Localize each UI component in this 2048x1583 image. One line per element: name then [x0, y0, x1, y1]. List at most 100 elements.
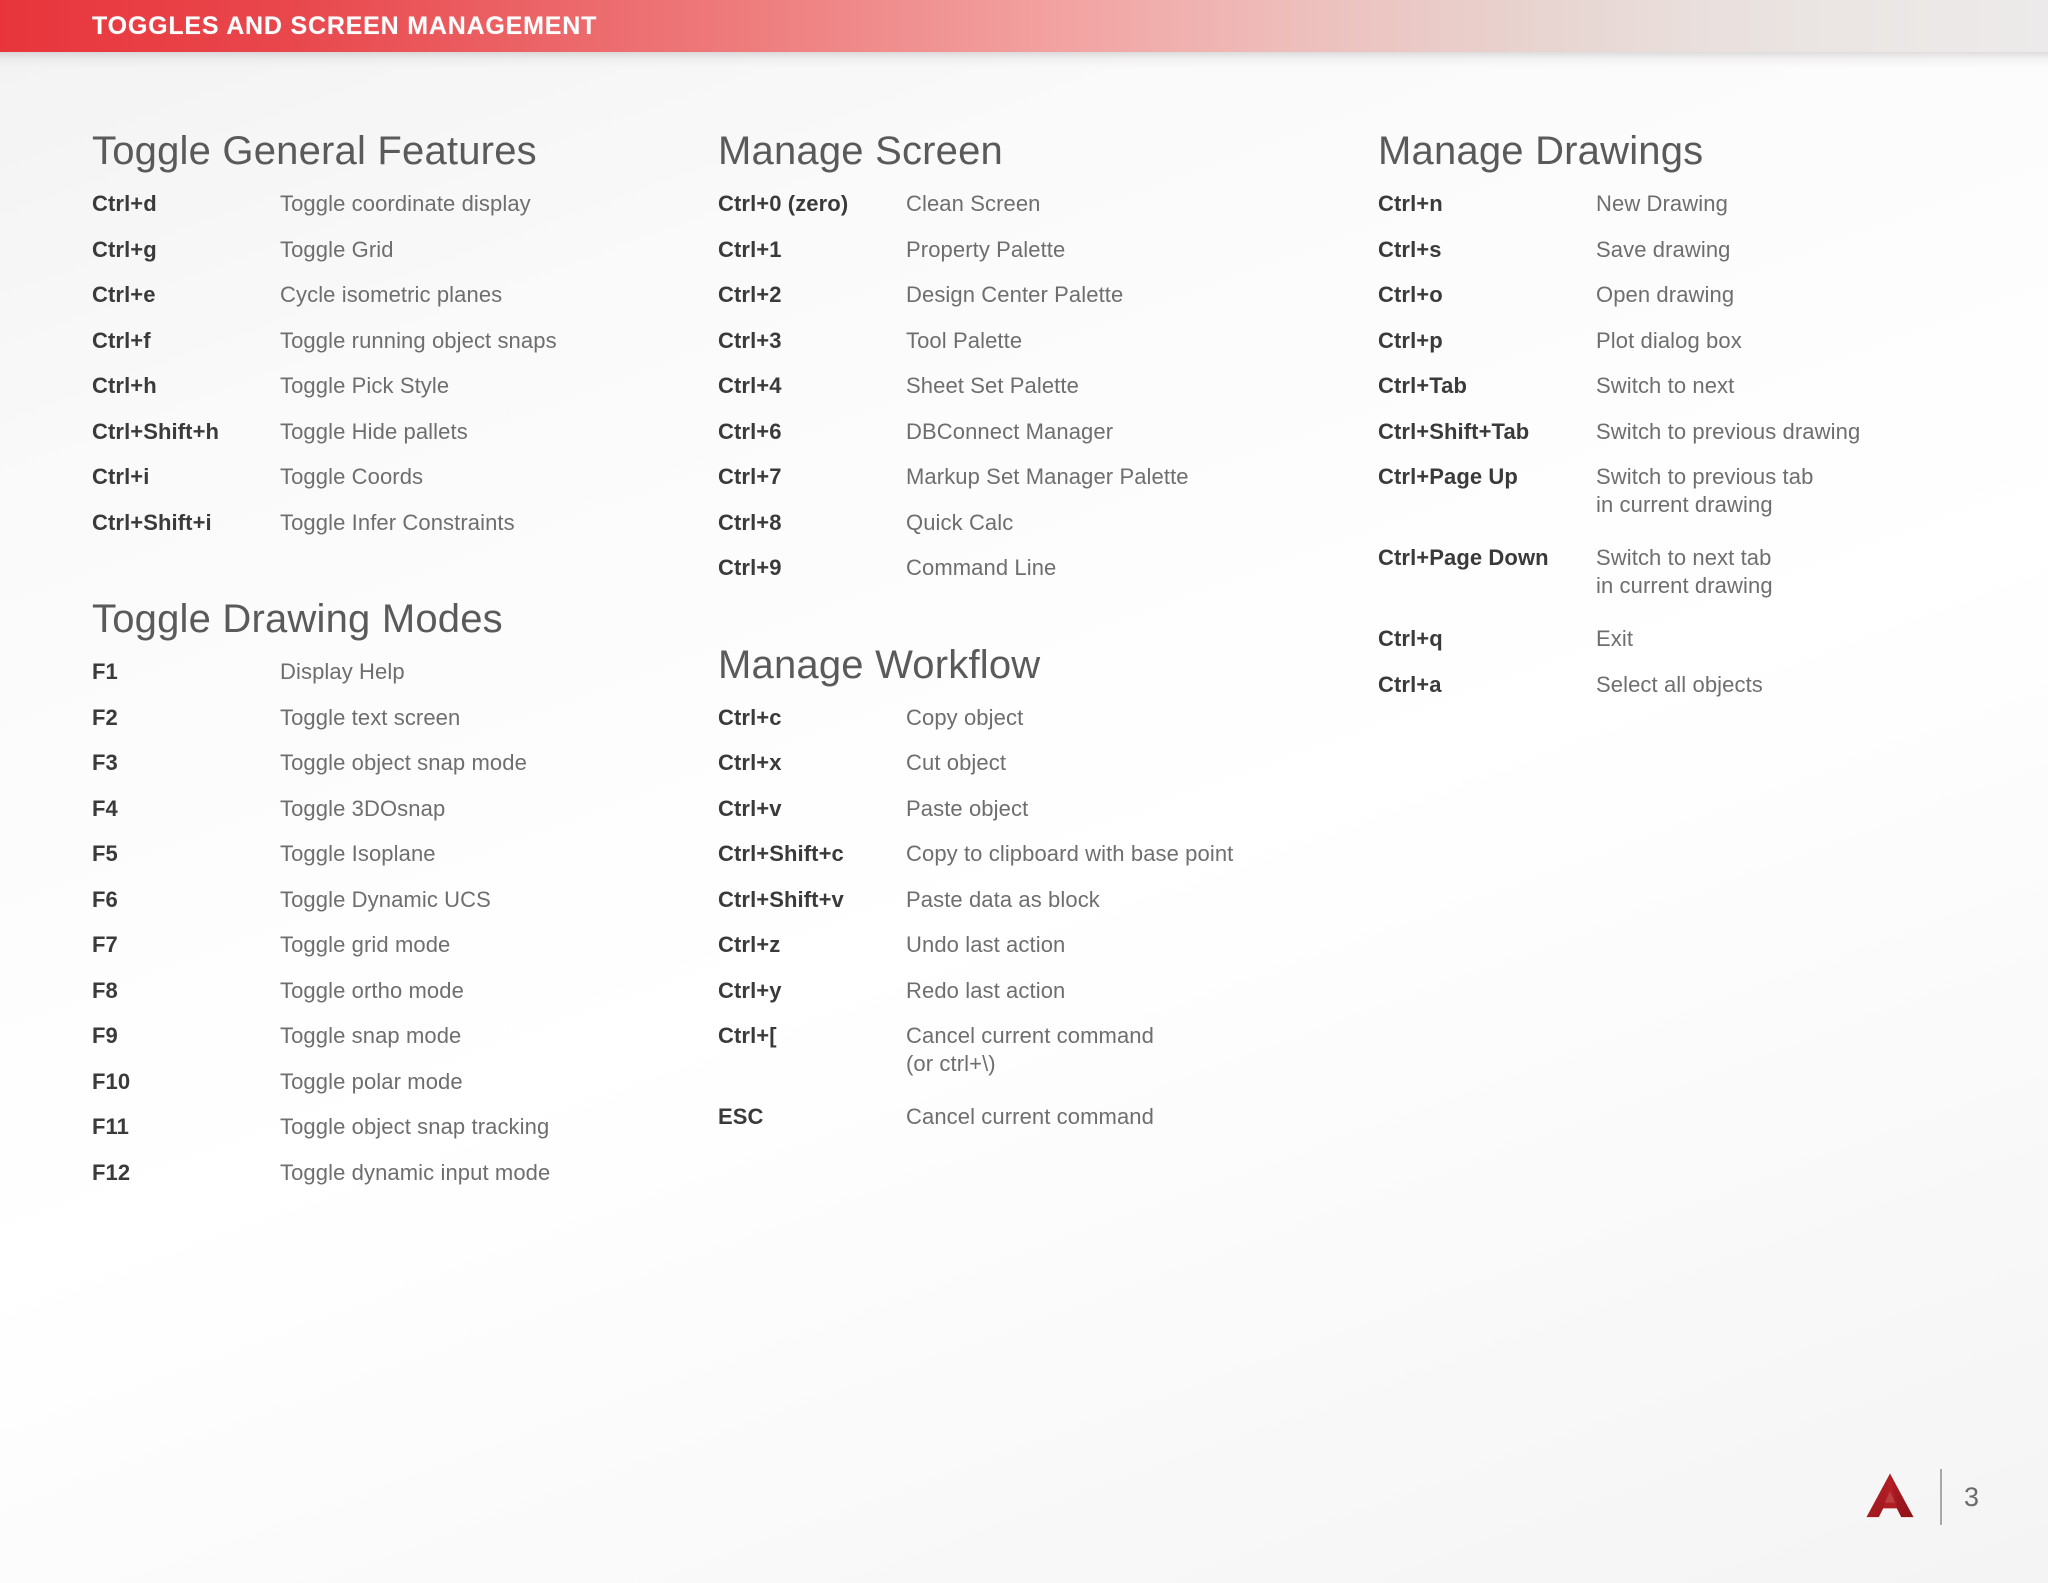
- shortcut-description: Command Line: [906, 555, 1057, 580]
- shortcut-key: Ctrl+Shift+c: [718, 841, 844, 866]
- shortcut-key: Ctrl+Page Up: [1378, 464, 1518, 489]
- shortcut-description: Paste object: [906, 795, 1029, 821]
- shortcut-row: Ctrl+Shift+h Toggle Hide pallets: [92, 418, 660, 446]
- shortcut-row: Ctrl+0 (zero) Clean Screen: [718, 190, 1320, 218]
- shortcut-row: Ctrl+Shift+c Copy to clipboard with base…: [718, 840, 1320, 868]
- shortcut-description: Undo last action: [906, 932, 1066, 957]
- shortcut-description: Display Help: [280, 659, 405, 684]
- shortcut-row: Ctrl+3 Tool Palette: [718, 327, 1320, 355]
- shortcut-key: Ctrl+Shift+h: [92, 418, 220, 444]
- shortcut-description: Toggle Hide pallets: [280, 418, 468, 444]
- shortcut-row: Ctrl+Shift+v Paste data as block: [718, 886, 1320, 914]
- shortcut-row: Ctrl+y Redo last action: [718, 977, 1320, 1005]
- shortcut-key: F12: [92, 1159, 131, 1185]
- shortcut-description: Markup Set Manager Palette: [906, 464, 1189, 489]
- shortcut-description: Toggle grid mode: [280, 932, 451, 957]
- shortcut-key: F6: [92, 886, 118, 912]
- slide-page: TOGGLES AND SCREEN MANAGEMENT Toggle Gen…: [0, 0, 2048, 1583]
- shortcut-key: Ctrl+a: [1378, 671, 1442, 697]
- shortcut-key: Ctrl+6: [718, 418, 782, 444]
- shortcut-row: Ctrl+g Toggle Grid: [92, 236, 660, 264]
- shortcut-key: Ctrl+o: [1378, 282, 1443, 307]
- shortcut-row: Ctrl+q Exit: [1378, 625, 2048, 653]
- shortcut-key: Ctrl+9: [718, 555, 782, 580]
- shortcut-key: Ctrl+7: [718, 464, 782, 489]
- shortcut-key: ESC: [718, 1104, 764, 1129]
- shortcut-key: Ctrl+[: [718, 1023, 777, 1048]
- shortcut-row: Ctrl+1 Property Palette: [718, 236, 1320, 264]
- shortcut-row: F5 Toggle Isoplane: [92, 840, 660, 868]
- shortcut-description: Switch to next tab in current drawing: [1596, 545, 1773, 598]
- shortcut-key: Ctrl+0 (zero): [718, 191, 849, 216]
- shortcut-key: Ctrl+Tab: [1378, 373, 1468, 398]
- shortcut-list: Ctrl+0 (zero) Clean Screen Ctrl+1 Proper…: [718, 190, 1320, 582]
- shortcut-key: Ctrl+v: [718, 795, 782, 821]
- shortcut-description: Select all objects: [1596, 671, 1763, 697]
- shortcut-key: Ctrl+Shift+i: [92, 509, 212, 535]
- shortcut-key: Ctrl+y: [718, 977, 782, 1003]
- shortcut-row: Ctrl+i Toggle Coords: [92, 463, 660, 491]
- shortcut-row: Ctrl+Page Up Switch to previous tab in c…: [1378, 463, 2048, 518]
- shortcut-list: Ctrl+n New Drawing Ctrl+s Save drawing C…: [1378, 190, 2048, 698]
- page-footer: 3: [1862, 1469, 1988, 1525]
- shortcut-key: Ctrl+s: [1378, 236, 1442, 262]
- shortcut-description: Cycle isometric planes: [280, 282, 503, 307]
- shortcut-list: Ctrl+c Copy object Ctrl+x Cut object Ctr…: [718, 704, 1320, 1131]
- shortcut-list: Ctrl+d Toggle coordinate display Ctrl+g …: [92, 190, 660, 536]
- shortcut-description: Toggle running object snaps: [280, 327, 557, 353]
- shortcut-key: Ctrl+p: [1378, 327, 1443, 353]
- page-title: TOGGLES AND SCREEN MANAGEMENT: [92, 11, 598, 40]
- shortcut-description: Plot dialog box: [1596, 327, 1742, 353]
- shortcut-row: F2 Toggle text screen: [92, 704, 660, 732]
- shortcut-row: F12 Toggle dynamic input mode: [92, 1159, 660, 1187]
- shortcut-row: Ctrl+h Toggle Pick Style: [92, 372, 660, 400]
- shortcut-row: Ctrl+p Plot dialog box: [1378, 327, 2048, 355]
- shortcut-row: F6 Toggle Dynamic UCS: [92, 886, 660, 914]
- column-drawings: Manage Drawings Ctrl+n New Drawing Ctrl+…: [1320, 130, 2048, 1204]
- shortcut-list: F1 Display Help F2 Toggle text screen F3…: [92, 658, 660, 1186]
- shortcut-row: Ctrl+f Toggle running object snaps: [92, 327, 660, 355]
- section-heading: Manage Drawings: [1378, 129, 1704, 173]
- section-manage-screen: Manage Screen Ctrl+0 (zero) Clean Screen…: [718, 130, 1320, 582]
- shortcut-description: Property Palette: [906, 236, 1066, 262]
- shortcut-description: Exit: [1596, 626, 1634, 651]
- shortcut-row: Ctrl+4 Sheet Set Palette: [718, 372, 1320, 400]
- shortcut-description: Toggle dynamic input mode: [280, 1159, 551, 1185]
- shortcut-description: Toggle ortho mode: [280, 977, 464, 1003]
- shortcut-row: Ctrl+9 Command Line: [718, 554, 1320, 582]
- shortcut-description: Toggle Coords: [280, 464, 424, 489]
- shortcut-row: Ctrl+[ Cancel current command (or ctrl+\…: [718, 1022, 1320, 1077]
- shortcut-key: Ctrl+4: [718, 373, 782, 398]
- shortcut-row: ESC Cancel current command: [718, 1103, 1320, 1131]
- shortcut-description: Copy object: [906, 704, 1024, 730]
- shortcut-key: Ctrl+1: [718, 236, 782, 262]
- shortcut-row: Ctrl+7 Markup Set Manager Palette: [718, 463, 1320, 491]
- header-shadow: [0, 52, 2048, 68]
- shortcut-row: Ctrl+s Save drawing: [1378, 236, 2048, 264]
- page-number: 3: [1964, 1481, 1980, 1512]
- shortcut-description: Save drawing: [1596, 236, 1731, 262]
- section-heading: Manage Screen: [718, 129, 1004, 173]
- section-toggle-drawing-modes: Toggle Drawing Modes F1 Display Help F2 …: [92, 598, 660, 1186]
- shortcut-key: Ctrl+2: [718, 282, 782, 307]
- shortcut-key: Ctrl+f: [92, 327, 151, 353]
- shortcut-key: Ctrl+Page Down: [1378, 545, 1549, 570]
- section-heading: Toggle Drawing Modes: [92, 597, 503, 641]
- shortcut-row: Ctrl+6 DBConnect Manager: [718, 418, 1320, 446]
- shortcut-row: Ctrl+n New Drawing: [1378, 190, 2048, 218]
- shortcut-row: Ctrl+a Select all objects: [1378, 671, 2048, 699]
- shortcut-description: New Drawing: [1596, 191, 1728, 216]
- shortcut-description: Paste data as block: [906, 886, 1100, 912]
- shortcut-key: F7: [92, 932, 118, 957]
- shortcut-description: Design Center Palette: [906, 282, 1124, 307]
- shortcut-row: Ctrl+8 Quick Calc: [718, 509, 1320, 537]
- column-toggles: Toggle General Features Ctrl+d Toggle co…: [0, 130, 660, 1204]
- shortcut-key: F11: [92, 1114, 129, 1139]
- shortcut-description: Quick Calc: [906, 509, 1014, 535]
- shortcut-description: Cancel current command: [906, 1104, 1154, 1129]
- shortcut-row: F4 Toggle 3DOsnap: [92, 795, 660, 823]
- shortcut-row: Ctrl+x Cut object: [718, 749, 1320, 777]
- shortcut-description: Redo last action: [906, 977, 1066, 1003]
- section-heading: Manage Workflow: [718, 642, 1041, 687]
- shortcut-description: Switch to previous tab in current drawin…: [1596, 464, 1814, 517]
